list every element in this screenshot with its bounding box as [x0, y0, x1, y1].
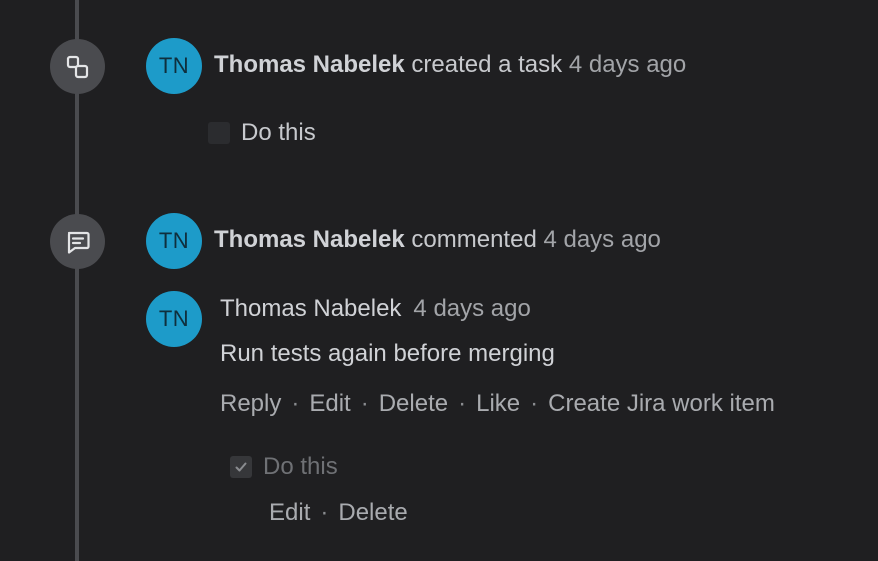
event-header: Thomas Nabelek commented 4 days ago — [214, 225, 661, 255]
separator: · — [360, 390, 369, 417]
task-edit-button[interactable]: Edit — [269, 498, 310, 528]
separator: · — [320, 499, 329, 526]
reply-button[interactable]: Reply — [220, 389, 281, 419]
event-action: created a task — [411, 51, 563, 78]
author-name[interactable]: Thomas Nabelek — [214, 51, 405, 78]
comment-icon — [50, 214, 105, 269]
task-icon — [50, 39, 105, 94]
comment-time[interactable]: 4 days ago — [413, 295, 530, 322]
task-label: Do this — [263, 453, 338, 480]
like-button[interactable]: Like — [476, 389, 520, 419]
avatar[interactable]: TN — [146, 38, 202, 94]
activity-timeline: TN Thomas Nabelek created a task 4 days … — [0, 0, 878, 561]
create-jira-work-item-button[interactable]: Create Jira work item — [548, 389, 775, 419]
separator: · — [291, 390, 300, 417]
event-time: 4 days ago — [543, 226, 661, 253]
comment-actions: Reply · Edit · Delete · Like · Create Ji… — [220, 389, 775, 419]
comment-header: Thomas Nabelek 4 days ago — [220, 294, 531, 324]
avatar[interactable]: TN — [146, 213, 202, 269]
separator: · — [530, 390, 539, 417]
comment-body: Run tests again before merging — [220, 340, 555, 367]
task-label: Do this — [241, 119, 316, 146]
delete-button[interactable]: Delete — [379, 389, 448, 419]
comment-avatar[interactable]: TN — [146, 291, 202, 347]
event-header: Thomas Nabelek created a task 4 days ago — [214, 50, 686, 80]
separator: · — [458, 390, 467, 417]
task-item: Do this — [208, 118, 316, 148]
event-time: 4 days ago — [568, 51, 687, 78]
event-action: commented — [411, 226, 537, 253]
task-actions: Edit · Delete — [269, 498, 408, 528]
task-checkbox[interactable] — [208, 122, 230, 144]
task-item: Do this — [230, 452, 338, 482]
comment-author-name[interactable]: Thomas Nabelek — [220, 295, 401, 322]
checkmark-icon — [235, 462, 247, 472]
task-delete-button[interactable]: Delete — [338, 498, 407, 528]
task-checkbox-checked[interactable] — [230, 456, 252, 478]
author-name[interactable]: Thomas Nabelek — [214, 226, 405, 253]
edit-button[interactable]: Edit — [309, 389, 350, 419]
